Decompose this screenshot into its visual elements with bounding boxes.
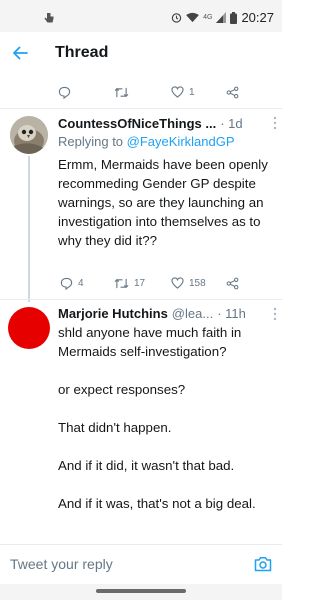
replying-to-prefix: Replying to (58, 134, 127, 149)
owl-avatar-image (10, 116, 48, 154)
reply-icon (60, 277, 73, 290)
top-app-bar: Thread (0, 32, 282, 74)
retweet-icon (114, 87, 129, 98)
retweet-icon (114, 278, 129, 289)
tweet-paragraph: And if it did, it wasn't that bad. (58, 458, 235, 473)
divider (0, 108, 282, 109)
mention-link[interactable]: @FayeKirklandGP (127, 134, 235, 149)
reply-input[interactable]: Tweet your reply (10, 556, 113, 572)
display-name[interactable]: CountessOfNiceThings ... (58, 116, 216, 131)
share-button[interactable] (226, 277, 239, 290)
home-gesture-handle[interactable] (96, 589, 186, 593)
tweet-paragraph: That didn't happen. (58, 420, 172, 435)
divider (0, 299, 282, 300)
battery-icon (230, 11, 238, 24)
arrow-left-icon (13, 46, 28, 60)
like-count: 158 (189, 277, 206, 289)
retweet-count: 17 (134, 278, 146, 289)
reply-button[interactable] (58, 86, 71, 99)
avatar[interactable] (8, 307, 50, 349)
signal-icon (216, 12, 227, 23)
replying-to: Replying to @FayeKirklandGP (58, 134, 235, 149)
status-icons: 4G 20:27 (171, 10, 274, 25)
like-button[interactable]: 1 (171, 86, 195, 98)
reply-icon (58, 86, 71, 99)
page-title: Thread (55, 44, 109, 61)
system-navigation-bar (0, 584, 282, 600)
thread-connector-line (28, 156, 30, 302)
tweet-time: · 1d (220, 116, 243, 131)
reply-count: 4 (78, 278, 84, 289)
reply-composer[interactable]: Tweet your reply (0, 544, 282, 584)
camera-icon[interactable] (253, 554, 273, 574)
alarm-icon (171, 13, 182, 23)
status-bar: 4G 20:27 (0, 0, 282, 32)
reply-button[interactable]: 4 (60, 277, 84, 290)
tweet-header: CountessOfNiceThings ... · 1d (58, 116, 243, 131)
user-handle: @lea... (171, 306, 214, 321)
back-button[interactable] (8, 41, 32, 65)
tweet-paragraph: or expect responses? (58, 382, 186, 397)
retweet-button[interactable] (114, 86, 129, 99)
more-options-icon[interactable] (272, 116, 278, 130)
tweet-text: shld anyone have much faith in Mermaids … (58, 323, 276, 532)
heart-icon (171, 86, 184, 98)
share-icon (226, 86, 239, 99)
retweet-button[interactable]: 17 (114, 277, 145, 290)
like-button[interactable]: 158 (171, 277, 206, 289)
tweet-paragraph: shld anyone have much faith in Mermaids … (58, 325, 242, 359)
tweet-paragraph: And if it was, that's not a big deal. (58, 496, 256, 511)
network-label: 4G (203, 14, 213, 21)
wifi-icon (186, 12, 199, 23)
tweet-header: Marjorie Hutchins @lea... · 11h (58, 306, 246, 321)
share-button[interactable] (226, 86, 239, 99)
more-options-icon[interactable] (272, 307, 278, 321)
display-name[interactable]: Marjorie Hutchins (58, 306, 168, 321)
status-time: 20:27 (241, 10, 274, 25)
heart-icon (171, 277, 184, 289)
like-count: 1 (189, 86, 195, 98)
tweet-text: Ermm, Mermaids have been openly recommed… (58, 157, 268, 248)
touch-notification-icon (44, 13, 54, 23)
tweet-time: · 11h (217, 306, 246, 321)
share-icon (226, 277, 239, 290)
avatar[interactable] (10, 116, 48, 154)
